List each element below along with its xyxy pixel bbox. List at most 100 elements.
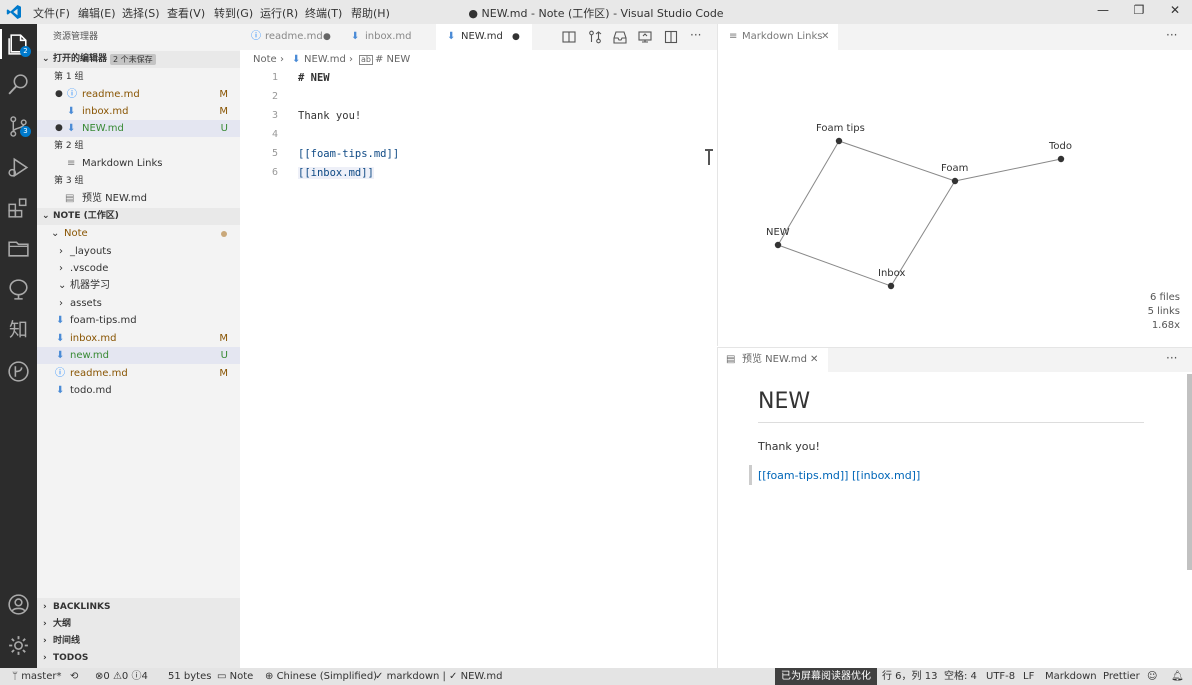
dirty-dot-icon: ● [323, 32, 331, 42]
modified-flag: M [219, 106, 228, 117]
feedback-icon[interactable]: ☺ [1147, 668, 1157, 685]
split-editor-icon[interactable] [664, 30, 678, 44]
open-editor-preview[interactable]: ▤ 预览 NEW.md [37, 190, 240, 207]
section-label: 大纲 [53, 619, 72, 629]
tree-item-new[interactable]: ⬇ new.md U [37, 347, 240, 364]
account-icon[interactable] [6, 592, 31, 617]
preview-link-inbox[interactable]: [[inbox.md]] [852, 469, 920, 482]
breadcrumb-folder[interactable]: Note [253, 51, 277, 68]
open-editor-new[interactable]: ● ⬇ NEW.md U [37, 120, 240, 137]
screen-reader-item[interactable]: 已为屏幕阅读器优化 [775, 668, 877, 685]
code-line-heading: # NEW [298, 72, 330, 84]
lint-item[interactable]: ✓ markdown | ✓ NEW.md [375, 668, 502, 685]
foam-icon[interactable] [6, 277, 31, 302]
open-editor-markdown-links[interactable]: ≡ Markdown Links [37, 155, 240, 172]
close-window-icon[interactable]: ✕ [1165, 3, 1185, 21]
line-number: 5 [271, 148, 278, 159]
run-debug-icon[interactable] [6, 155, 31, 180]
chevron-right-icon: › [59, 246, 63, 257]
zhihu-icon[interactable]: 知 [6, 318, 31, 343]
markdown-file-icon: ⬇ [447, 31, 456, 42]
graph-node[interactable] [951, 177, 959, 185]
file-name: Markdown Links [82, 158, 163, 169]
editor-area[interactable]: 1 2 3 4 5 6 # NEW Thank you! [[foam-tips… [240, 68, 717, 668]
folder-name: Note [64, 228, 88, 239]
tree-root-note[interactable]: ⌄ Note [37, 225, 240, 242]
line-number: 2 [271, 91, 278, 102]
language-pack-item[interactable]: ⊕ Chinese (Simplified) [265, 668, 377, 685]
untracked-flag: U [220, 350, 228, 361]
git-graph-icon[interactable] [6, 359, 31, 384]
encoding[interactable]: UTF-8 [986, 668, 1015, 685]
open-editor-readme[interactable]: ● ⓘ readme.md M [37, 86, 240, 103]
inbox-icon[interactable] [613, 30, 627, 44]
publish-icon[interactable] [638, 30, 652, 44]
breadcrumb-file[interactable]: NEW.md [304, 51, 346, 68]
line-number: 1 [271, 72, 278, 83]
graph-node[interactable] [835, 137, 843, 145]
graph-node[interactable] [1057, 155, 1065, 163]
compare-changes-icon[interactable] [588, 30, 602, 44]
formatter[interactable]: Prettier [1103, 668, 1140, 685]
tree-item-inbox[interactable]: ⬇ inbox.md M [37, 330, 240, 347]
scrollbar[interactable] [1187, 374, 1192, 570]
open-editors-section[interactable]: ⌄ 打开的编辑器 2 个未保存 [37, 51, 240, 68]
problems-item[interactable]: ⊗0 ⚠0 ⓘ4 [95, 668, 148, 685]
sync-icon[interactable]: ⟲ [70, 668, 78, 685]
minimize-icon[interactable]: — [1093, 3, 1113, 21]
chevron-down-icon: ⌄ [51, 228, 60, 239]
preview-heading: NEW [758, 389, 811, 414]
folder-item[interactable]: ▭ Note [217, 668, 253, 685]
language-mode[interactable]: Markdown [1045, 668, 1097, 685]
graph-node[interactable] [774, 241, 782, 249]
warning-icon: ⚠ [112, 671, 122, 682]
preview-link-foam-tips[interactable]: [[foam-tips.md]] [758, 469, 848, 482]
tree-item-readme[interactable]: ⓘ readme.md M [37, 365, 240, 382]
tree-item-assets[interactable]: › assets [37, 295, 240, 312]
folder-icon[interactable] [6, 236, 31, 261]
search-icon[interactable] [6, 72, 31, 97]
extensions-icon[interactable] [6, 196, 31, 221]
workspace-section[interactable]: ⌄ NOTE (工作区) [37, 208, 240, 225]
tab-label: NEW.md [461, 31, 503, 42]
node-label-inbox: Inbox [878, 268, 906, 279]
tab-new[interactable]: ⬇ NEW.md ● [436, 24, 532, 50]
section-todos[interactable]: › TODOS [37, 650, 240, 667]
more-actions-icon[interactable]: ··· [690, 28, 701, 42]
tab-preview[interactable]: ▤ 预览 NEW.md ✕ [718, 348, 828, 372]
tree-item-vscode[interactable]: › .vscode [37, 260, 240, 277]
open-editor-inbox[interactable]: ⬇ inbox.md M [37, 103, 240, 120]
breadcrumb: Note › ⬇ NEW.md › ab # NEW [240, 51, 717, 68]
folder-name: .vscode [70, 263, 109, 274]
section-timeline[interactable]: › 时间线 [37, 633, 240, 650]
tree-item-ml[interactable]: ⌄ 机器学习 [37, 277, 240, 294]
section-backlinks[interactable]: › BACKLINKS [37, 599, 240, 616]
branch-item[interactable]: ᛘ master* [12, 668, 61, 685]
restore-icon[interactable]: ❐ [1129, 3, 1149, 21]
open-preview-icon[interactable] [562, 30, 576, 44]
group-1-label: 第 1 组 [54, 72, 84, 82]
breadcrumb-symbol[interactable]: # NEW [375, 51, 410, 68]
tree-item-todo[interactable]: ⬇ todo.md [37, 382, 240, 399]
end-of-line[interactable]: LF [1023, 668, 1034, 685]
editor-tabs: ⓘ readme.md ● ⬇ inbox.md ⬇ NEW.md ● ··· [240, 24, 717, 50]
markdown-file-icon: ⬇ [351, 31, 360, 42]
folder-name: _layouts [70, 246, 112, 257]
close-icon[interactable]: ✕ [810, 348, 818, 372]
markdown-file-icon: ⬇ [292, 54, 301, 65]
more-actions-icon[interactable]: ··· [1166, 351, 1177, 365]
cursor-position[interactable]: 行 6，列 13 [882, 668, 937, 685]
bell-icon[interactable]: 🔔︎ [1171, 668, 1184, 685]
tab-readme[interactable]: ⓘ readme.md ● [240, 24, 340, 50]
warning-count: 0 [121, 671, 129, 682]
file-name: NEW.md [82, 123, 124, 134]
tree-item-layouts[interactable]: › _layouts [37, 243, 240, 260]
text-cursor-icon [705, 149, 713, 165]
file-name: readme.md [70, 368, 128, 379]
gear-icon[interactable] [6, 633, 31, 658]
graph-node[interactable] [887, 282, 895, 290]
tab-inbox[interactable]: ⬇ inbox.md [340, 24, 436, 50]
section-outline[interactable]: › 大纲 [37, 616, 240, 633]
indentation[interactable]: 空格: 4 [944, 668, 977, 685]
tree-item-foam-tips[interactable]: ⬇ foam-tips.md [37, 312, 240, 329]
